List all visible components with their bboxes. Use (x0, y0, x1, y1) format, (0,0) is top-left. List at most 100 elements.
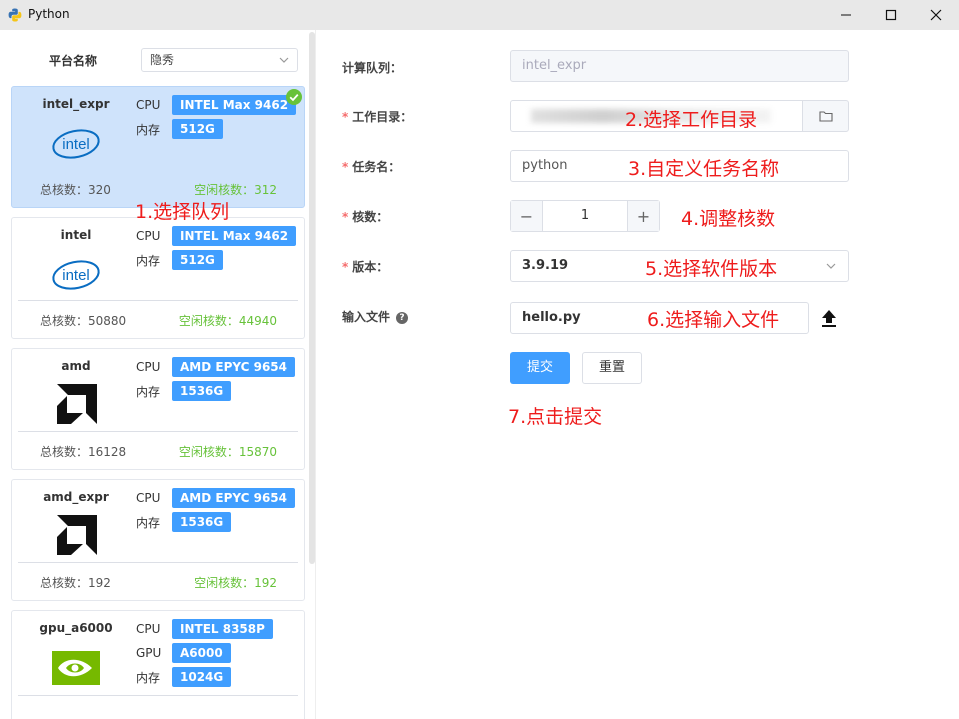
jobname-label: * 任务名： (342, 158, 400, 175)
total-cores: 总核数：320 (40, 183, 111, 197)
annotation-step-4: 4.调整核数 (681, 208, 776, 230)
workdir-label: * 工作目录： (342, 108, 412, 125)
intel-logo-icon: intel (52, 260, 100, 290)
maximize-button[interactable] (868, 0, 914, 30)
spec-tag: INTEL Max 9462 (172, 226, 297, 246)
cores-label-text: 核数： (352, 210, 389, 224)
spec-tag: 512G (172, 119, 223, 139)
queue-name: amd (61, 359, 91, 373)
spec-key: CPU (136, 491, 161, 505)
required-mark: * (342, 110, 349, 124)
annotation-step-6: 6.选择输入文件 (647, 309, 780, 331)
spec-key: 内存 (136, 515, 161, 530)
scrollbar[interactable] (309, 32, 315, 564)
annotation-step-7: 7.点击提交 (508, 406, 603, 428)
spec-key: CPU (136, 360, 161, 374)
platform-value: 隐秀 (150, 53, 175, 67)
annotation-step-1: 1.选择队列 (135, 201, 230, 223)
total-cores: 总核数：50880 (40, 314, 127, 328)
spec-tag: AMD EPYC 9654 (172, 357, 296, 377)
annotation-step-5: 5.选择软件版本 (645, 258, 778, 280)
spec-tag: AMD EPYC 9654 (172, 488, 296, 508)
spec-tag: 1536G (172, 512, 232, 532)
free-cores: 空闲核数：192 (194, 576, 277, 590)
queue-card-intel[interactable]: intel intel CPU INTEL Max 9462 内存 512G 总核数… (11, 217, 305, 339)
platform-label: 平台名称 (49, 54, 98, 68)
divider (18, 300, 298, 301)
queue-name: intel_expr (42, 97, 110, 111)
version-label-text: 版本： (352, 260, 389, 274)
close-icon (930, 9, 942, 21)
intel-logo-icon: intel (52, 129, 100, 159)
free-cores: 空闲核数：15870 (178, 445, 277, 459)
chevron-down-icon (279, 57, 289, 63)
nvidia-logo-icon (52, 651, 100, 685)
queue-field: intel_expr (510, 50, 849, 82)
queue-name: amd_expr (43, 490, 109, 504)
spec-tag: INTEL Max 9462 (172, 95, 297, 115)
queue-card-gpu-a6000[interactable]: gpu_a6000 CPU INTEL 8358P GPU A6000 内存 1024… (11, 610, 305, 719)
platform-select[interactable]: 隐秀 (141, 48, 298, 72)
window-title: Python (28, 7, 70, 21)
increment-button[interactable]: + (627, 201, 659, 231)
spec-key: 内存 (136, 384, 161, 399)
divider (18, 562, 298, 563)
cores-stepper[interactable]: − 1 + (510, 200, 660, 232)
version-label: * 版本： (342, 258, 388, 275)
spec-key: 内存 (136, 122, 161, 137)
spec-tag: 1024G (172, 667, 232, 687)
annotation-step-3: 3.自定义任务名称 (628, 158, 780, 180)
decrement-button[interactable]: − (511, 201, 543, 231)
spec-key: 内存 (136, 670, 161, 685)
annotation-step-2: 2.选择工作目录 (625, 109, 758, 131)
input-file-value: hello.py (522, 310, 581, 325)
browse-folder-button[interactable] (802, 100, 849, 132)
svg-text:intel: intel (62, 136, 90, 153)
jobname-label-text: 任务名： (352, 160, 401, 174)
minimize-icon (841, 14, 851, 16)
spec-tag: INTEL 8358P (172, 619, 273, 639)
python-icon (8, 8, 22, 22)
maximize-icon (885, 9, 897, 21)
version-value: 3.9.19 (522, 258, 569, 273)
divider (18, 431, 298, 432)
required-mark: * (342, 210, 349, 224)
total-cores: 总核数：16128 (40, 445, 127, 459)
submit-button[interactable]: 提交 (510, 352, 570, 384)
queue-card-intel-expr[interactable]: intel_expr intel CPU INTEL Max 9462 内存 512… (11, 86, 305, 208)
required-mark: * (342, 260, 349, 274)
free-cores: 空闲核数：312 (194, 183, 277, 197)
amd-logo-icon (57, 515, 97, 555)
upload-icon[interactable] (819, 308, 839, 328)
spec-key: CPU (136, 229, 161, 243)
reset-button[interactable]: 重置 (582, 352, 642, 384)
queue-card-amd-expr[interactable]: amd_expr CPU AMD EPYC 9654 内存 1536G 总核数：19… (11, 479, 305, 601)
required-mark: * (342, 160, 349, 174)
amd-logo-icon (57, 384, 97, 424)
svg-text:intel: intel (62, 267, 90, 284)
title-bar: Python (0, 0, 959, 30)
spec-tag: 512G (172, 250, 223, 270)
help-icon[interactable]: ? (396, 312, 409, 324)
spec-tag: 1536G (172, 381, 232, 401)
check-circle-icon (286, 89, 302, 105)
spec-tag: A6000 (172, 643, 231, 663)
workdir-label-text: 工作目录： (352, 110, 413, 124)
divider (18, 695, 298, 696)
folder-icon (818, 111, 833, 122)
queue-panel: 平台名称 隐秀 intel_expr intel CPU INTEL Max 94… (0, 30, 316, 719)
cores-value[interactable]: 1 (543, 201, 627, 231)
spec-key: CPU (136, 622, 161, 636)
queue-label: 计算队列： (342, 61, 403, 75)
queue-name: gpu_a6000 (39, 621, 113, 635)
queue-card-amd[interactable]: amd CPU AMD EPYC 9654 内存 1536G 总核数：16128 空… (11, 348, 305, 470)
spec-key: GPU (136, 646, 162, 660)
queue-name: intel (60, 228, 92, 242)
cores-label: * 核数： (342, 208, 388, 225)
spec-key: CPU (136, 98, 161, 112)
spec-key: 内存 (136, 253, 161, 268)
close-button[interactable] (913, 0, 959, 30)
minimize-button[interactable] (823, 0, 869, 30)
input-file-label-text: 输入文件 (342, 310, 391, 324)
total-cores: 总核数：192 (40, 576, 111, 590)
